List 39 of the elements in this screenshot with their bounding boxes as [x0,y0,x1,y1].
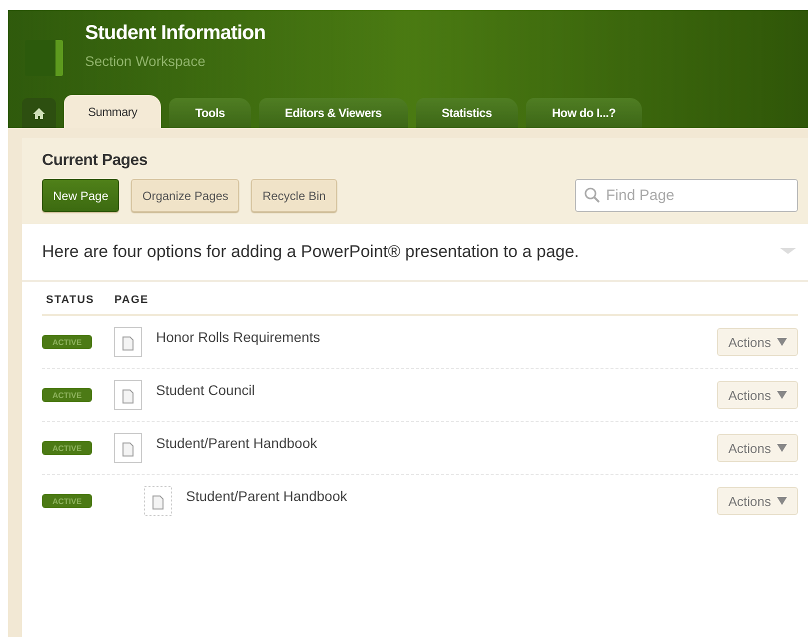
nav-tab[interactable]: Tools [169,98,251,128]
column-header: STATUS [46,294,94,306]
status-badge: ACTIVE [42,388,92,402]
actions-button[interactable]: Actions [717,381,798,409]
status-badge: ACTIVE [42,335,92,349]
caret-icon [777,497,787,505]
actions-button[interactable]: Actions [717,328,798,356]
status-badge: ACTIVE [42,494,92,508]
actions-button[interactable]: Actions [717,487,798,515]
nav-tab[interactable]: Statistics [416,98,518,128]
nav-tab[interactable]: Summary [64,95,162,128]
actions-button[interactable]: Actions [717,434,798,462]
book-icon [25,40,63,76]
notice-text: Here are four options for adding a PowerPoint® presentation to a page. [42,242,580,262]
page-title[interactable]: Student/Parent Handbook [156,435,318,451]
page-title[interactable]: Student/Parent Handbook [186,488,348,504]
caret-icon [777,391,787,399]
status-badge: ACTIVE [42,441,92,455]
home-icon [33,108,45,118]
document-icon [114,327,142,357]
workspace-title: Student Information [85,22,266,45]
toolbar-button[interactable]: New Page [42,179,120,212]
panel-title: Current Pages [42,152,148,170]
search-field[interactable]: Find Page [575,179,798,212]
page-title[interactable]: Student Council [156,382,255,398]
caret-icon [777,338,787,346]
caret-icon [777,444,787,452]
nav-tab[interactable]: Editors & Viewers [258,98,408,128]
home-tab[interactable] [22,98,56,128]
toolbar-button[interactable]: Organize Pages [131,179,240,212]
column-header: PAGE [114,294,149,306]
nav-tab[interactable]: How do I...? [526,98,642,128]
document-icon [114,380,142,410]
toolbar-button[interactable]: Recycle Bin [251,179,337,212]
document-icon [144,486,172,516]
page-title[interactable]: Honor Rolls Requirements [156,329,320,345]
workspace-subtitle: Section Workspace [85,53,206,69]
document-icon [114,433,142,463]
search-icon [584,187,600,203]
